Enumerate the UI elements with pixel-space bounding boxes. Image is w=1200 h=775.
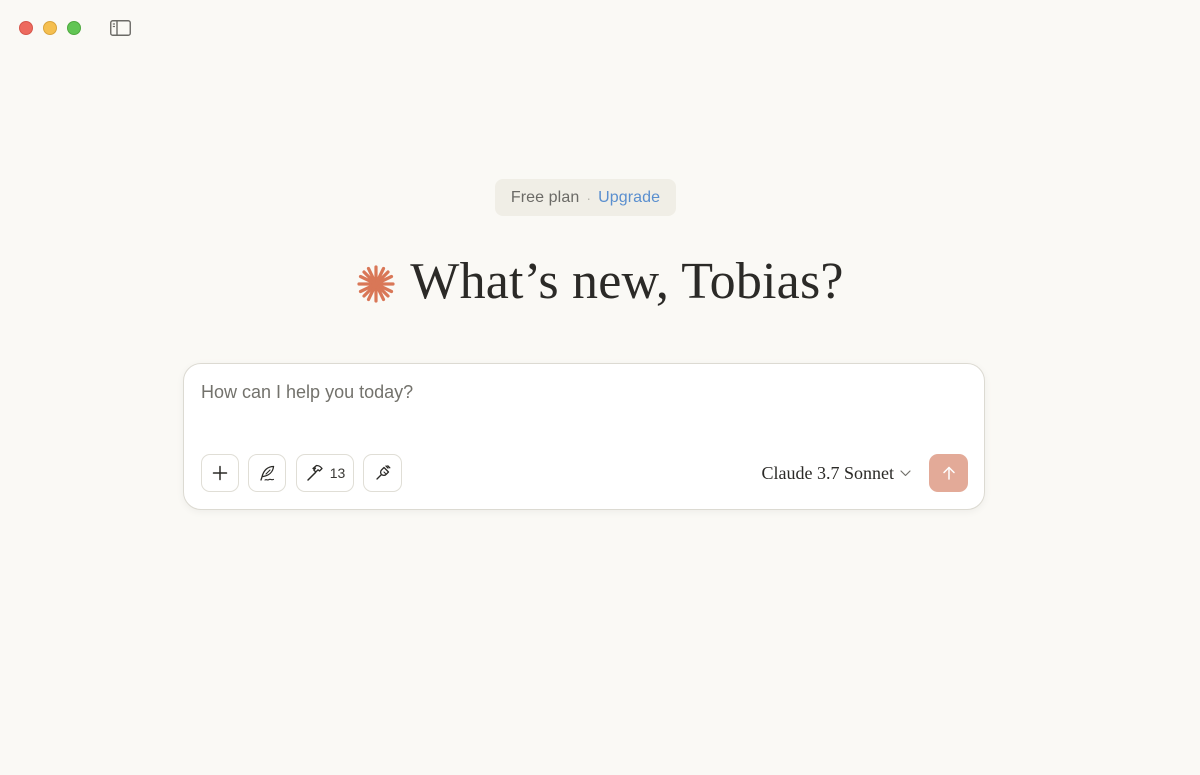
send-button[interactable] <box>929 454 968 492</box>
hammer-icon <box>306 464 323 481</box>
app-window: Free plan · Upgrade What’s new, Tobias? <box>0 0 1200 775</box>
window-controls <box>19 21 81 35</box>
tools-button[interactable]: 13 <box>296 454 354 492</box>
message-input[interactable] <box>201 382 961 422</box>
close-window-button[interactable] <box>19 21 33 35</box>
integrations-button[interactable] <box>363 454 402 492</box>
chevron-down-icon <box>900 470 911 477</box>
plug-icon <box>375 465 390 480</box>
arrow-up-icon <box>942 466 955 480</box>
minimize-window-button[interactable] <box>43 21 57 35</box>
plan-label: Free plan <box>510 188 580 206</box>
tools-count: 13 <box>329 465 346 481</box>
plus-icon <box>212 465 228 481</box>
feather-pen-icon <box>260 465 275 481</box>
sidebar-toggle-button[interactable] <box>109 19 131 37</box>
upgrade-link[interactable]: Upgrade <box>598 189 660 207</box>
model-label: Claude 3.7 Sonnet <box>761 463 895 483</box>
message-composer: 13 Claude 3.7 Sonnet <box>183 363 985 510</box>
plan-badge: Free plan · Upgrade <box>495 179 676 216</box>
style-button[interactable] <box>248 454 286 492</box>
greeting-title: What’s new, Tobias? <box>410 253 844 310</box>
sidebar-icon <box>109 20 131 36</box>
sparkle-icon <box>357 265 395 303</box>
add-content-button[interactable] <box>201 454 239 492</box>
zoom-window-button[interactable] <box>67 21 81 35</box>
model-selector[interactable]: Claude 3.7 Sonnet <box>762 463 912 484</box>
greeting: What’s new, Tobias? <box>0 250 1200 314</box>
plan-separator: · <box>586 189 592 206</box>
